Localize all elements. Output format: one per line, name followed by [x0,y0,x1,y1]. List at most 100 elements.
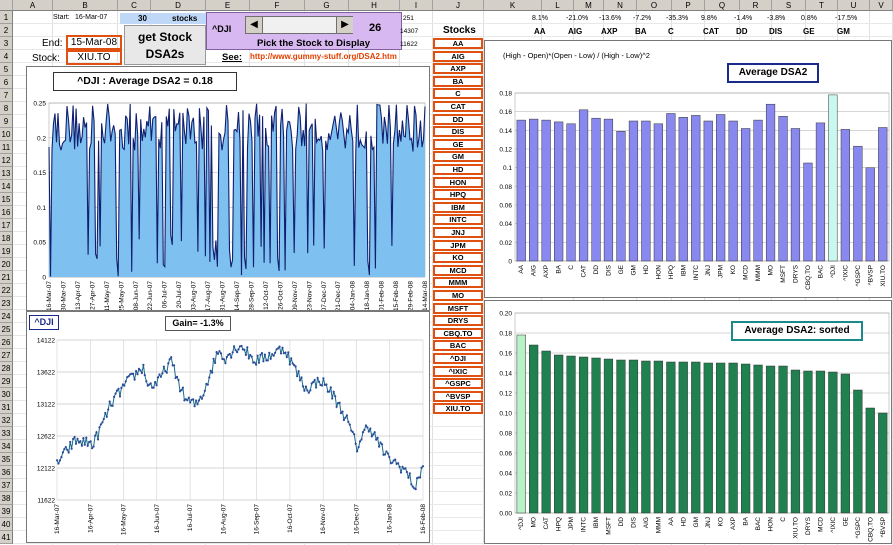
row-header-3[interactable]: 3 [0,37,13,50]
stock-list-item[interactable]: AXP [433,63,483,75]
column-header-c[interactable]: C [118,0,151,11]
see-link[interactable]: http://www.gummy-stuff.org/DSA2.htm [250,52,397,61]
column-header-b[interactable]: B [53,0,118,11]
row-header-33[interactable]: 33 [0,427,13,440]
column-header-u[interactable]: U [838,0,870,11]
column-header-s[interactable]: S [772,0,806,11]
row-header-9[interactable]: 9 [0,115,13,128]
row-header-27[interactable]: 27 [0,349,13,362]
row-header-20[interactable]: 20 [0,258,13,271]
row-header-30[interactable]: 30 [0,388,13,401]
stock-list-item[interactable]: MCD [433,264,483,276]
stock-list-item[interactable]: ^IXIC [433,365,483,377]
row-header-5[interactable]: 5 [0,63,13,76]
column-header-a[interactable]: A [13,0,53,11]
column-header-l[interactable]: L [542,0,574,11]
stock-list-item[interactable]: ^GSPC [433,378,483,390]
stock-list-item[interactable]: KO [433,252,483,264]
stock-list-item[interactable]: INTC [433,214,483,226]
column-header-j[interactable]: J [433,0,484,11]
stock-list-item[interactable]: BA [433,75,483,87]
stock-list-item[interactable]: AA [433,38,483,49]
stock-list-item[interactable]: MMM [433,277,483,289]
row-header-37[interactable]: 37 [0,479,13,492]
stock-list-item[interactable]: ^DJI [433,353,483,364]
stock-list-item[interactable]: HON [433,176,483,188]
row-header-11[interactable]: 11 [0,141,13,154]
stock-list-item[interactable]: DIS [433,126,483,138]
get-stock-button[interactable]: get Stock DSA2s [124,25,206,65]
stock-list-item[interactable]: ^BVSP [433,390,483,402]
stock-list-item[interactable]: JPM [433,239,483,251]
row-header-1[interactable]: 1 [0,11,13,24]
row-header-18[interactable]: 18 [0,232,13,245]
stock-list-item[interactable]: JNJ [433,227,483,238]
row-header-16[interactable]: 16 [0,206,13,219]
column-header-f[interactable]: F [250,0,305,11]
row-header-7[interactable]: 7 [0,89,13,102]
column-header-i[interactable]: I [400,0,433,11]
row-header-29[interactable]: 29 [0,375,13,388]
row-header-10[interactable]: 10 [0,128,13,141]
column-header-d[interactable]: D [151,0,206,11]
row-header-14[interactable]: 14 [0,180,13,193]
scroll-right-arrow-icon[interactable]: ▶ [336,17,353,33]
picker-scrollbar[interactable]: ◀ ▶ [245,16,353,34]
stock-list-item[interactable]: GM [433,151,483,163]
stock-list-item[interactable]: IBM [433,201,483,213]
stock-list-item[interactable]: BAC [433,340,483,352]
row-header-23[interactable]: 23 [0,297,13,310]
stock-list-item[interactable]: DRYS [433,315,483,327]
column-header-g[interactable]: G [305,0,349,11]
row-header-25[interactable]: 25 [0,323,13,336]
stock-list-item[interactable]: MO [433,290,483,301]
row-header-34[interactable]: 34 [0,440,13,453]
stock-list-item[interactable]: MSFT [433,302,483,314]
row-header-40[interactable]: 40 [0,518,13,531]
stock-list-item[interactable]: CAT [433,101,483,112]
row-header-26[interactable]: 26 [0,336,13,349]
row-header-35[interactable]: 35 [0,453,13,466]
column-header-n[interactable]: N [604,0,637,11]
stock-list-item[interactable]: C [433,88,483,100]
column-header-t[interactable]: T [806,0,838,11]
stock-list-item[interactable]: XIU.TO [433,403,483,415]
row-header-21[interactable]: 21 [0,271,13,284]
row-header-19[interactable]: 19 [0,245,13,258]
scroll-left-arrow-icon[interactable]: ◀ [246,17,263,33]
row-header-38[interactable]: 38 [0,492,13,505]
row-header-31[interactable]: 31 [0,401,13,414]
column-header-o[interactable]: O [637,0,672,11]
column-header-r[interactable]: R [740,0,772,11]
row-header-4[interactable]: 4 [0,50,13,63]
row-header-22[interactable]: 22 [0,284,13,297]
row-header-15[interactable]: 15 [0,193,13,206]
stock-list-item[interactable]: AIG [433,50,483,62]
column-header-v[interactable]: V [870,0,893,11]
row-header-28[interactable]: 28 [0,362,13,375]
row-header-2[interactable]: 2 [0,24,13,37]
row-header-32[interactable]: 32 [0,414,13,427]
stock-list-item[interactable]: GE [433,138,483,150]
column-header-e[interactable]: E [206,0,250,11]
stock-list-item[interactable]: HD [433,164,483,175]
column-header-m[interactable]: M [574,0,604,11]
stock-input-cell[interactable]: XIU.TO [66,50,122,65]
stock-list-item[interactable]: HPQ [433,189,483,201]
row-header-41[interactable]: 41 [0,531,13,544]
row-header-36[interactable]: 36 [0,466,13,479]
column-header-h[interactable]: H [349,0,400,11]
row-header-13[interactable]: 13 [0,167,13,180]
column-header-q[interactable]: Q [705,0,740,11]
end-date-cell[interactable]: 15-Mar-08 [66,35,122,50]
row-header-12[interactable]: 12 [0,154,13,167]
row-header-17[interactable]: 17 [0,219,13,232]
column-header-k[interactable]: K [484,0,542,11]
row-header-24[interactable]: 24 [0,310,13,323]
row-header-39[interactable]: 39 [0,505,13,518]
row-header-6[interactable]: 6 [0,76,13,89]
select-all-corner[interactable] [0,0,13,11]
column-header-p[interactable]: P [672,0,705,11]
stock-list-item[interactable]: DD [433,113,483,125]
stock-list-item[interactable]: CBQ.TO [433,327,483,339]
